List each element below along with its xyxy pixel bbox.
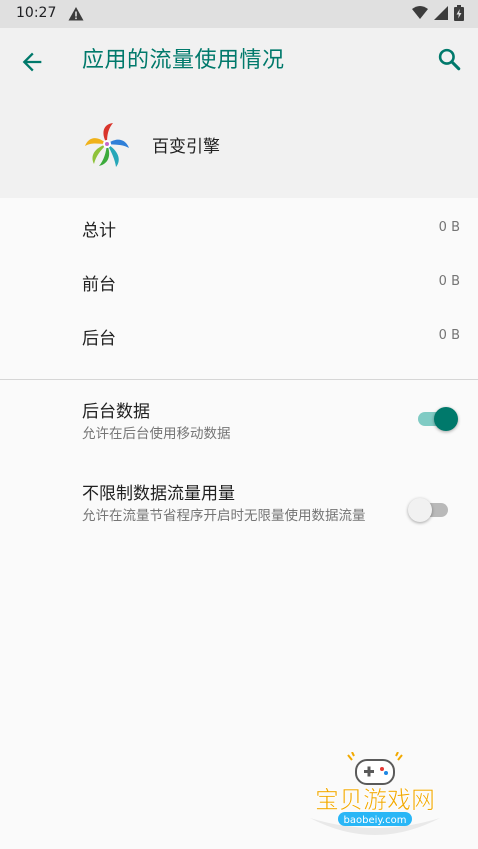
usage-label: 后台 [82, 329, 116, 349]
usage-value: 0 B [438, 328, 460, 343]
switch-thumb [408, 498, 432, 522]
usage-row-foreground[interactable]: 前台 0 B [0, 256, 478, 310]
battery-icon [454, 5, 464, 21]
unrestricted-data-setting[interactable]: 不限制数据流量用量 允许在流量节省程序开启时无限量使用数据流量 [0, 479, 478, 549]
divider [0, 379, 478, 380]
unrestricted-data-switch[interactable] [408, 498, 452, 522]
usage-value: 0 B [438, 274, 460, 289]
warning-icon [68, 7, 84, 21]
background-data-setting[interactable]: 后台数据 允许在后台使用移动数据 [0, 397, 478, 451]
page-title: 应用的流量使用情况 [82, 48, 285, 73]
setting-label: 不限制数据流量用量 [82, 484, 235, 504]
switch-thumb [434, 407, 458, 431]
watermark-logo: 宝贝游戏网 baobeiy.com [310, 752, 440, 835]
setting-summary: 允许在流量节省程序开启时无限量使用数据流量 [82, 508, 366, 524]
usage-label: 前台 [82, 275, 116, 295]
arrow-left-icon[interactable] [18, 48, 46, 76]
app-logo-icon [85, 123, 129, 167]
status-bar: 10:27 [0, 0, 478, 28]
signal-icon [434, 6, 448, 20]
watermark-text: 宝贝游戏网 [315, 786, 435, 814]
gamepad-icon [347, 752, 403, 785]
watermark-domain: baobeiy.com [344, 815, 407, 826]
app-bar: 应用的流量使用情况 百变引擎 [0, 28, 478, 198]
status-time: 10:27 [16, 5, 57, 21]
wifi-icon [412, 6, 428, 19]
usage-label: 总计 [82, 221, 116, 241]
usage-value: 0 B [438, 220, 460, 235]
setting-summary: 允许在后台使用移动数据 [82, 426, 231, 442]
search-icon[interactable] [436, 46, 462, 72]
status-icons [412, 5, 464, 21]
app-name: 百变引擎 [152, 137, 220, 157]
background-data-switch[interactable] [416, 407, 458, 431]
usage-row-total[interactable]: 总计 0 B [0, 202, 478, 256]
usage-row-background[interactable]: 后台 0 B [0, 310, 478, 364]
setting-label: 后台数据 [82, 402, 150, 422]
